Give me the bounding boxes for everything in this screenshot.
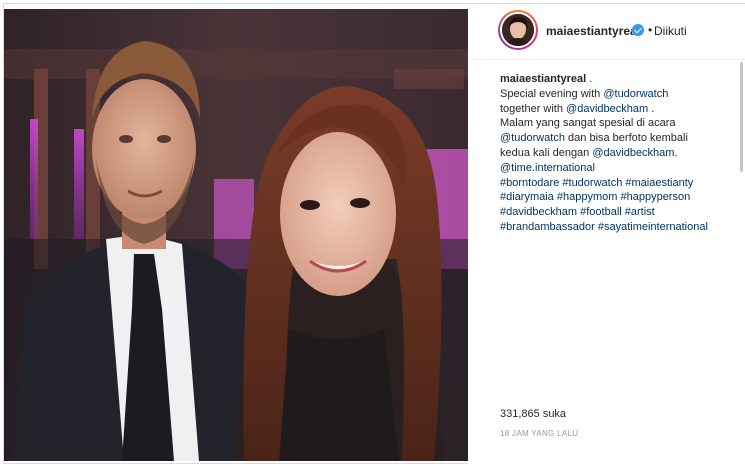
caption-line: @time.international — [500, 161, 736, 176]
mention-link[interactable]: @time.international — [500, 162, 595, 174]
hashtag-link[interactable]: #borntodare — [500, 177, 559, 189]
instagram-post: maiaestiantyreal • Diikuti maiaestiantyr… — [0, 0, 745, 466]
caption-line: #brandambassador #sayatimeinternational — [500, 220, 736, 235]
avatar-image — [502, 14, 534, 46]
caption-line: Special evening with @tudorwatch — [500, 87, 736, 102]
caption-author-line: maiaestiantyreal . — [500, 73, 593, 85]
hashtag-link[interactable]: #davidbeckham — [500, 206, 577, 218]
caption-text: Special evening with — [500, 87, 604, 100]
caption-line: #borntodare #tudorwatch #maiaestianty — [500, 176, 736, 191]
caption-text: . — [674, 146, 678, 159]
hashtag-link[interactable]: #artist — [625, 206, 655, 218]
caption-text: together with — [500, 102, 567, 115]
caption-line: #diarymaia #happymom #happyperson — [500, 190, 736, 205]
hashtag-link[interactable]: #diarymaia — [500, 191, 554, 203]
caption-line: Malam yang sangat spesial di acara — [500, 116, 736, 131]
caption-line: together with @davidbeckham . — [500, 102, 736, 117]
hashtag-link[interactable]: #football — [580, 206, 622, 218]
caption-author[interactable]: maiaestiantyreal — [500, 73, 586, 85]
hashtag-link[interactable]: #tudorwatch — [562, 177, 622, 189]
mention-link[interactable]: @tudorwatch — [603, 88, 668, 100]
caption-text: dan bisa berfoto kembali — [564, 132, 688, 145]
caption-text: . — [648, 102, 655, 115]
caption-text: kedua kali dengan — [500, 146, 593, 159]
hashtag-link[interactable]: #sayatimeinternational — [598, 221, 708, 233]
photo-illustration — [4, 9, 468, 461]
avatar[interactable] — [500, 12, 536, 48]
hashtag-link[interactable]: #maiaestianty — [625, 177, 693, 189]
post-caption: maiaestiantyreal . Special evening with … — [500, 72, 736, 240]
following-button[interactable]: Diikuti — [654, 24, 687, 38]
caption-line: @tudorwatch dan bisa berfoto kembali — [500, 131, 736, 146]
header-username[interactable]: maiaestiantyreal — [546, 24, 640, 38]
hashtag-link[interactable]: #happyperson — [620, 191, 690, 203]
mention-link[interactable]: @davidbeckham — [566, 103, 648, 115]
header-separator: • — [648, 23, 653, 37]
verified-badge-icon — [632, 24, 644, 36]
likes-count[interactable]: 331,865 suka — [500, 408, 566, 420]
caption-line: kedua kali dengan @davidbeckham. — [500, 146, 736, 161]
hashtag-link[interactable]: #happymom — [557, 191, 618, 203]
caption-text: Malam yang sangat spesial di acara — [500, 117, 676, 130]
post-details-panel: maiaestiantyreal • Diikuti maiaestiantyr… — [468, 4, 745, 464]
avatar-story-ring[interactable] — [498, 10, 538, 50]
caption-scrollbar[interactable] — [740, 62, 743, 172]
mention-link[interactable]: @davidbeckham — [592, 147, 674, 159]
post-photo[interactable] — [4, 9, 468, 461]
mention-link[interactable]: @tudorwatch — [500, 132, 565, 144]
post-header: maiaestiantyreal • Diikuti — [468, 4, 745, 60]
caption-trailing: . — [500, 233, 504, 240]
hashtag-link[interactable]: #brandambassador — [500, 221, 595, 233]
caption-body: Special evening with @tudorwatch together… — [500, 87, 736, 235]
post-timestamp[interactable]: 18 JAM YANG LALU — [500, 429, 578, 438]
caption-line: #davidbeckham #football #artist — [500, 205, 736, 220]
